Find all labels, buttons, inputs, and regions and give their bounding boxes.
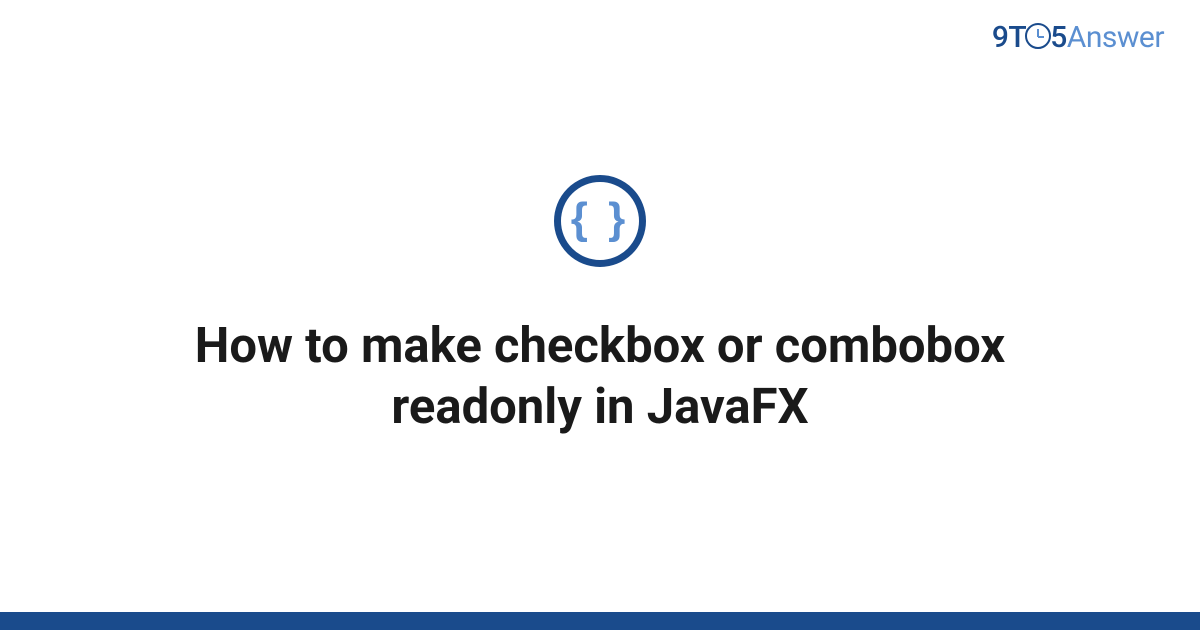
category-icon-circle: { } — [554, 175, 646, 267]
code-braces-icon: { } — [571, 197, 629, 241]
footer-bar — [0, 612, 1200, 630]
main-content: { } How to make checkbox or combobox rea… — [0, 0, 1200, 612]
question-title: How to make checkbox or combobox readonl… — [150, 315, 1050, 438]
